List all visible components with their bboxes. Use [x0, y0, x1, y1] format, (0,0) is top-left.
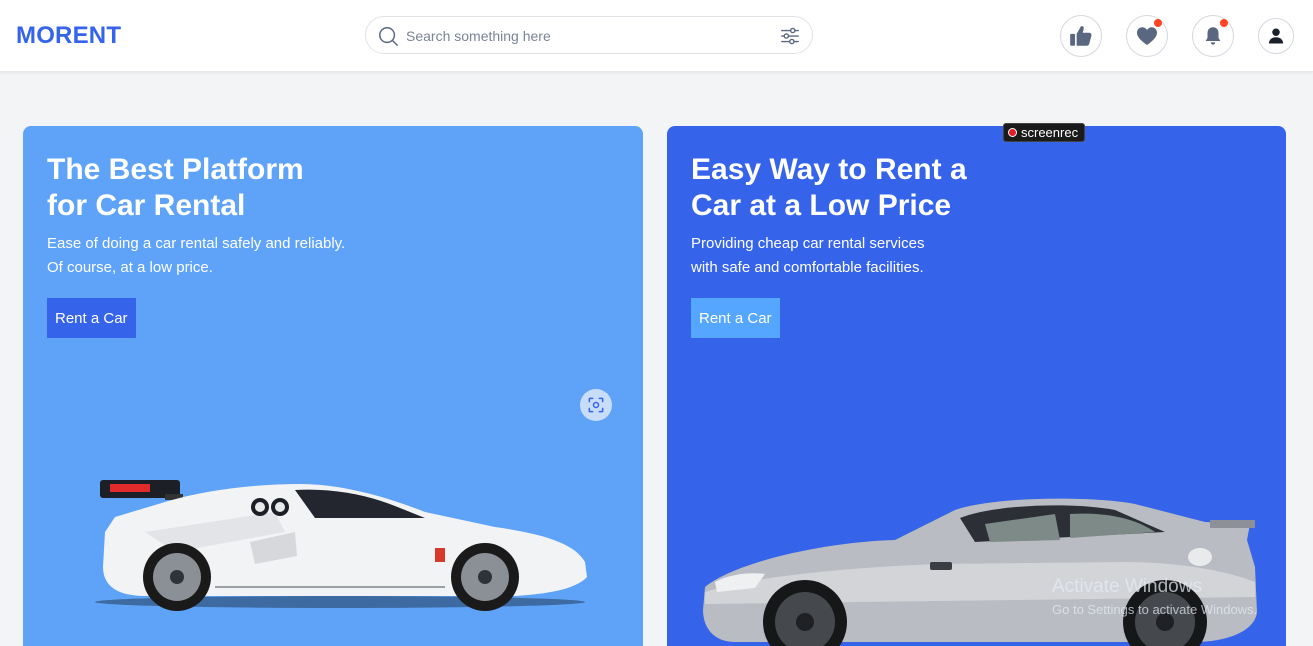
screenrec-label: screenrec	[1021, 125, 1079, 140]
watermark-title: Activate Windows	[1052, 576, 1202, 597]
card-description-line: Ease of doing a car rental safely and re…	[47, 235, 346, 252]
profile-icon	[1268, 28, 1284, 44]
like-button[interactable]	[1060, 15, 1102, 57]
search-bar[interactable]	[365, 16, 813, 54]
notifications-button[interactable]	[1192, 15, 1234, 57]
watermark-subtitle: Go to Settings to activate Windows.	[1052, 602, 1258, 617]
screenrec-badge[interactable]: screenrec	[1003, 123, 1086, 142]
card-title-line: Car at a Low Price	[691, 189, 952, 222]
heart-icon	[1137, 27, 1157, 45]
card-description: Providing cheap car rental services with…	[691, 232, 1021, 280]
card-title-line: for Car Rental	[47, 189, 246, 222]
card-title: Easy Way to Rent a Car at a Low Price	[691, 152, 1021, 224]
promo-card-low-price: Easy Way to Rent a Car at a Low Price Pr…	[667, 126, 1286, 646]
card-title-line: The Best Platform	[47, 153, 304, 186]
like-icon	[1070, 26, 1092, 46]
notification-dot	[1154, 19, 1162, 27]
promo-card-platform: The Best Platform for Car Rental Ease of…	[23, 126, 643, 646]
card-description-line: with safe and comfortable facilities.	[691, 259, 924, 276]
search-input[interactable]	[406, 25, 766, 47]
card-title-line: Easy Way to Rent a	[691, 153, 967, 186]
bell-icon	[1205, 27, 1221, 45]
image-scan-button[interactable]	[580, 389, 612, 421]
sports-car-image	[95, 480, 587, 611]
record-icon	[1008, 128, 1017, 137]
search-icon	[379, 27, 398, 46]
sports-car-image	[703, 498, 1257, 646]
rent-a-car-button[interactable]: Rent a Car	[47, 298, 136, 338]
favorites-button[interactable]	[1126, 15, 1168, 57]
top-header: MORENT	[0, 0, 1313, 72]
card-title: The Best Platform for Car Rental	[47, 152, 377, 224]
profile-button[interactable]	[1258, 18, 1294, 54]
notification-dot	[1220, 19, 1228, 27]
card-description-line: Providing cheap car rental services	[691, 235, 925, 252]
filter-icon[interactable]	[779, 25, 801, 47]
card-description: Ease of doing a car rental safely and re…	[47, 232, 377, 280]
rent-a-car-button[interactable]: Rent a Car	[691, 298, 780, 338]
scan-icon	[588, 397, 604, 413]
logo[interactable]: MORENT	[16, 22, 121, 50]
windows-activation-watermark: Activate Windows Go to Settings to activ…	[1052, 576, 1257, 617]
card-description-line: Of course, at a low price.	[47, 259, 213, 276]
